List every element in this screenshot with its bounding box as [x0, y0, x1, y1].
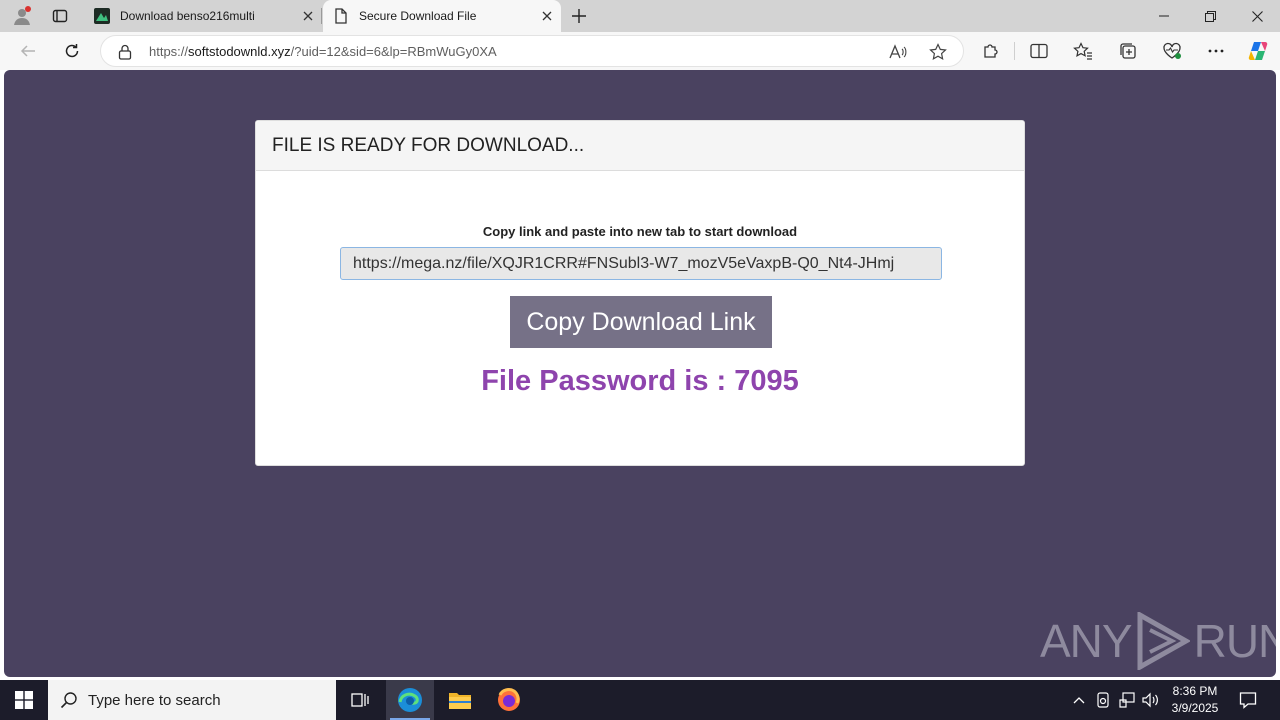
tab-download-benso[interactable]: Download benso216multi [84, 0, 322, 32]
tray-volume-button[interactable] [1141, 690, 1161, 710]
notification-icon [1239, 691, 1257, 709]
firefox-icon [496, 687, 522, 713]
folder-icon [448, 690, 472, 710]
puzzle-icon [982, 42, 1000, 60]
search-placeholder: Type here to search [88, 691, 221, 709]
close-window-button[interactable] [1234, 0, 1280, 32]
anyrun-watermark-logo: ANY RUN [1040, 610, 1276, 672]
tab-title: Download benso216multi [120, 9, 255, 23]
restore-icon [1204, 10, 1216, 22]
tray-device-button[interactable] [1093, 690, 1113, 710]
download-link-input[interactable] [340, 247, 942, 280]
copilot-button[interactable] [1243, 36, 1273, 66]
notifications-button[interactable] [1232, 680, 1264, 720]
page-document-icon [333, 8, 349, 24]
start-button[interactable] [0, 680, 48, 720]
favorites-button[interactable] [1068, 36, 1098, 66]
speaker-icon [1142, 692, 1160, 708]
refresh-icon [64, 43, 80, 59]
arrow-left-icon [20, 43, 36, 59]
browser-toolbar: https://softstodownld.xyz/?uid=12&sid=6&… [0, 32, 1280, 70]
taskbar-edge-button[interactable] [386, 680, 434, 720]
edge-browser-icon [397, 687, 423, 713]
minimize-icon [1159, 11, 1169, 21]
taskbar-search-box[interactable]: Type here to search [48, 680, 336, 720]
network-icon [1119, 692, 1135, 708]
lock-icon[interactable] [118, 44, 132, 60]
show-hidden-icons-button[interactable] [1069, 690, 1089, 710]
read-aloud-icon[interactable] [887, 41, 909, 63]
profile-avatar-icon [12, 6, 32, 26]
collections-icon [1119, 42, 1137, 60]
watermark-right-text: RUN [1193, 615, 1276, 667]
settings-more-button[interactable] [1201, 36, 1231, 66]
tab-title: Secure Download File [359, 9, 477, 23]
tray-network-button[interactable] [1117, 690, 1137, 710]
url-host: softstodownld.xyz [188, 44, 291, 59]
download-card: FILE IS READY FOR DOWNLOAD... Copy link … [255, 120, 1025, 466]
tab-separator [321, 8, 322, 24]
search-icon [60, 691, 78, 709]
clock-date: 3/9/2025 [1171, 701, 1219, 715]
heart-pulse-icon [1162, 42, 1182, 60]
browser-tab-strip: Download benso216multi Secure Download F… [0, 0, 1280, 32]
windows-logo-icon [15, 691, 33, 709]
favorites-list-icon [1073, 42, 1093, 60]
profile-button[interactable] [4, 0, 40, 32]
url-text[interactable]: https://softstodownld.xyz/?uid=12&sid=6&… [149, 44, 497, 59]
ellipsis-icon [1208, 49, 1224, 53]
taskbar-clock[interactable]: 8:36 PM 3/9/2025 [1160, 683, 1230, 717]
url-path: /?uid=12&sid=6&lp=RBmWuGy0XA [290, 44, 497, 59]
address-bar[interactable]: https://softstodownld.xyz/?uid=12&sid=6&… [100, 35, 964, 67]
task-view-icon [350, 691, 370, 709]
split-screen-button[interactable] [1024, 36, 1054, 66]
browser-essentials-button[interactable] [1157, 36, 1187, 66]
device-icon [1096, 692, 1110, 708]
watermark-left-text: ANY [1040, 615, 1133, 667]
page-viewport: FILE IS READY FOR DOWNLOAD... Copy link … [4, 70, 1276, 677]
new-tab-button[interactable] [566, 3, 592, 29]
plus-icon [572, 9, 586, 23]
download-instruction: Copy link and paste into new tab to star… [482, 224, 798, 239]
extensions-button[interactable] [976, 36, 1006, 66]
close-icon [1251, 10, 1263, 22]
copy-download-link-button[interactable]: Copy Download Link [510, 296, 772, 348]
clock-time: 8:36 PM [1172, 684, 1218, 698]
favorite-star-icon[interactable] [927, 41, 949, 63]
card-title: FILE IS READY FOR DOWNLOAD... [256, 121, 1024, 171]
minimize-button[interactable] [1141, 0, 1187, 32]
taskbar-file-explorer-button[interactable] [436, 680, 484, 720]
back-button[interactable] [13, 36, 43, 66]
tab-actions-button[interactable] [42, 0, 78, 32]
toolbar-divider [1014, 42, 1015, 60]
file-password-text: File Password is : 7095 [481, 365, 799, 397]
taskbar-firefox-button[interactable] [485, 680, 533, 720]
tab-actions-icon [52, 8, 68, 24]
play-triangle-icon [1136, 612, 1190, 670]
restore-button[interactable] [1187, 0, 1233, 32]
windows-taskbar: Type here to search 8:36 PM 3/9/2025 [0, 680, 1280, 720]
task-view-button[interactable] [336, 680, 384, 720]
copilot-icon [1246, 39, 1270, 63]
collections-button[interactable] [1113, 36, 1143, 66]
favicon-download-icon [94, 8, 110, 24]
chevron-up-icon [1073, 696, 1085, 704]
split-screen-icon [1030, 43, 1048, 59]
tab-close-icon[interactable] [533, 2, 561, 30]
tab-secure-download[interactable]: Secure Download File [323, 0, 561, 32]
tab-close-icon[interactable] [294, 2, 322, 30]
refresh-button[interactable] [57, 36, 87, 66]
url-prefix: https:// [149, 44, 189, 59]
